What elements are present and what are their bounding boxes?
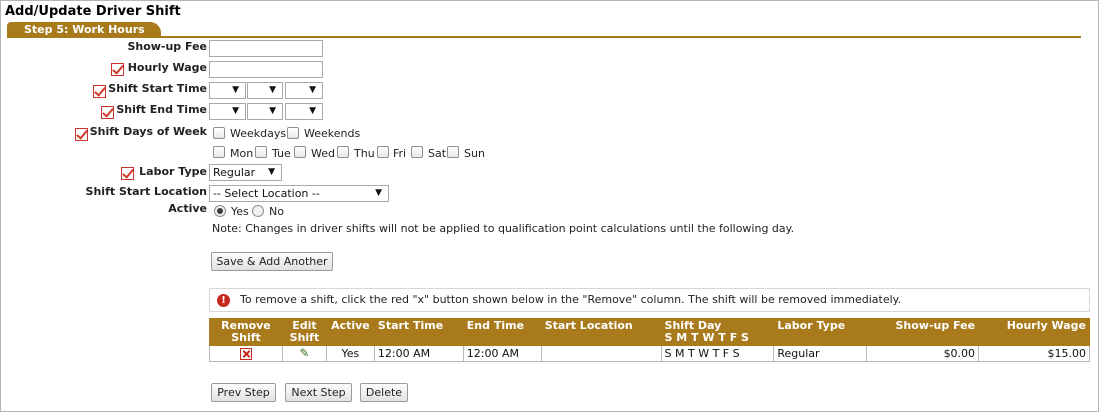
header-remove-shift: Remove Shift xyxy=(209,318,283,346)
delete-button[interactable]: Delete xyxy=(360,383,408,402)
sat-label: Sat xyxy=(428,147,447,160)
wed-label: Wed xyxy=(311,147,335,160)
active-no-radio[interactable] xyxy=(252,205,264,217)
active-yes-label: Yes xyxy=(231,205,249,218)
chevron-down-icon: ▼ xyxy=(309,106,316,116)
shift-end-time-label: Shift End Time xyxy=(116,103,207,116)
table-row: ✎ Yes 12:00 AM 12:00 AM S M T W T F S Re… xyxy=(209,345,1090,362)
pencil-icon[interactable]: ✎ xyxy=(299,346,309,360)
header-show-up-fee: Show-up Fee xyxy=(866,318,980,346)
mon-label: Mon xyxy=(230,147,254,160)
active-yes-radio[interactable] xyxy=(214,205,226,217)
tue-label: Tue xyxy=(272,147,291,160)
required-check-icon xyxy=(121,167,134,180)
required-check-icon xyxy=(75,128,88,141)
labor-type-label: Labor Type xyxy=(139,165,207,178)
header-start-location: Start Location xyxy=(540,318,662,346)
next-step-button[interactable]: Next Step xyxy=(285,383,352,402)
weekdays-label: Weekdays xyxy=(230,127,287,140)
chevron-down-icon: ▼ xyxy=(269,85,276,95)
chevron-down-icon: ▼ xyxy=(375,188,382,198)
header-start-time: Start Time xyxy=(373,318,464,346)
required-check-icon xyxy=(101,106,114,119)
shift-days-label: Shift Days of Week xyxy=(89,125,207,138)
page-title: Add/Update Driver Shift xyxy=(5,4,181,19)
active-no-label: No xyxy=(269,205,284,218)
hourly-wage-input[interactable] xyxy=(209,61,323,78)
remove-cell xyxy=(209,345,283,362)
info-icon: ! xyxy=(217,294,230,307)
mon-checkbox[interactable] xyxy=(213,146,225,158)
weekends-label: Weekends xyxy=(304,127,361,140)
wed-checkbox[interactable] xyxy=(294,146,306,158)
start-minute-select[interactable]: ▼ xyxy=(247,82,283,99)
edit-cell: ✎ xyxy=(281,345,327,362)
page-frame: Add/Update Driver Shift Step 5: Work Hou… xyxy=(0,0,1099,412)
shift-table: Remove Shift Edit Shift Active Start Time … xyxy=(209,318,1090,362)
required-check-icon xyxy=(93,85,106,98)
header-active: Active xyxy=(325,318,375,346)
header-hourly-wage: Hourly Wage xyxy=(978,318,1090,346)
hourly-wage-label: Hourly Wage xyxy=(127,61,207,74)
sun-checkbox[interactable] xyxy=(447,146,459,158)
sat-checkbox[interactable] xyxy=(411,146,423,158)
show-up-fee-input[interactable] xyxy=(209,40,323,57)
labor-type-select[interactable]: Regular ▼ xyxy=(209,164,282,181)
header-end-time: End Time xyxy=(462,318,542,346)
active-label: Active xyxy=(168,202,207,215)
end-ampm-select[interactable]: ▼ xyxy=(285,103,323,120)
header-labor-type: Labor Type xyxy=(773,318,868,346)
table-header-row: Remove Shift Edit Shift Active Start Time … xyxy=(209,318,1090,346)
shift-day-cell: S M T W T F S xyxy=(660,345,775,362)
step-tab: Step 5: Work Hours xyxy=(7,22,161,37)
shift-start-location-label: Shift Start Location xyxy=(85,185,207,198)
note-text: Note: Changes in driver shifts will not … xyxy=(212,222,795,235)
shift-start-time-label: Shift Start Time xyxy=(108,82,207,95)
show-up-fee-label: Show-up Fee xyxy=(127,40,207,53)
remove-x-icon[interactable] xyxy=(239,348,252,360)
shift-start-location-select[interactable]: -- Select Location -- ▼ xyxy=(209,185,389,202)
required-check-icon xyxy=(111,63,124,76)
fri-label: Fri xyxy=(393,147,407,160)
chevron-down-icon: ▼ xyxy=(269,106,276,116)
weekends-checkbox[interactable] xyxy=(287,127,299,139)
prev-step-button[interactable]: Prev Step xyxy=(211,383,276,402)
start-time-cell: 12:00 AM xyxy=(373,345,464,362)
start-ampm-select[interactable]: ▼ xyxy=(285,82,323,99)
chevron-down-icon: ▼ xyxy=(309,85,316,95)
start-hour-select[interactable]: ▼ xyxy=(209,82,246,99)
weekdays-checkbox[interactable] xyxy=(213,127,225,139)
header-shift-day: Shift Day S M T W T F S xyxy=(660,318,775,346)
tue-checkbox[interactable] xyxy=(255,146,267,158)
step-divider xyxy=(7,36,1081,38)
chevron-down-icon: ▼ xyxy=(232,85,239,95)
sun-label: Sun xyxy=(464,147,485,160)
save-add-another-button[interactable]: Save & Add Another xyxy=(211,252,333,271)
thu-checkbox[interactable] xyxy=(337,146,349,158)
labor-type-cell: Regular xyxy=(773,345,868,362)
start-location-cell xyxy=(540,345,662,362)
chevron-down-icon: ▼ xyxy=(232,106,239,116)
header-edit-shift: Edit Shift xyxy=(281,318,327,346)
end-minute-select[interactable]: ▼ xyxy=(247,103,283,120)
active-cell: Yes xyxy=(325,345,375,362)
hourly-wage-cell: $15.00 xyxy=(978,345,1090,362)
info-text: To remove a shift, click the red "x" but… xyxy=(240,293,902,306)
show-up-fee-cell: $0.00 xyxy=(866,345,980,362)
chevron-down-icon: ▼ xyxy=(268,167,275,177)
fri-checkbox[interactable] xyxy=(377,146,389,158)
end-hour-select[interactable]: ▼ xyxy=(209,103,246,120)
end-time-cell: 12:00 AM xyxy=(462,345,542,362)
info-box: ! To remove a shift, click the red "x" b… xyxy=(209,288,1090,312)
thu-label: Thu xyxy=(354,147,375,160)
